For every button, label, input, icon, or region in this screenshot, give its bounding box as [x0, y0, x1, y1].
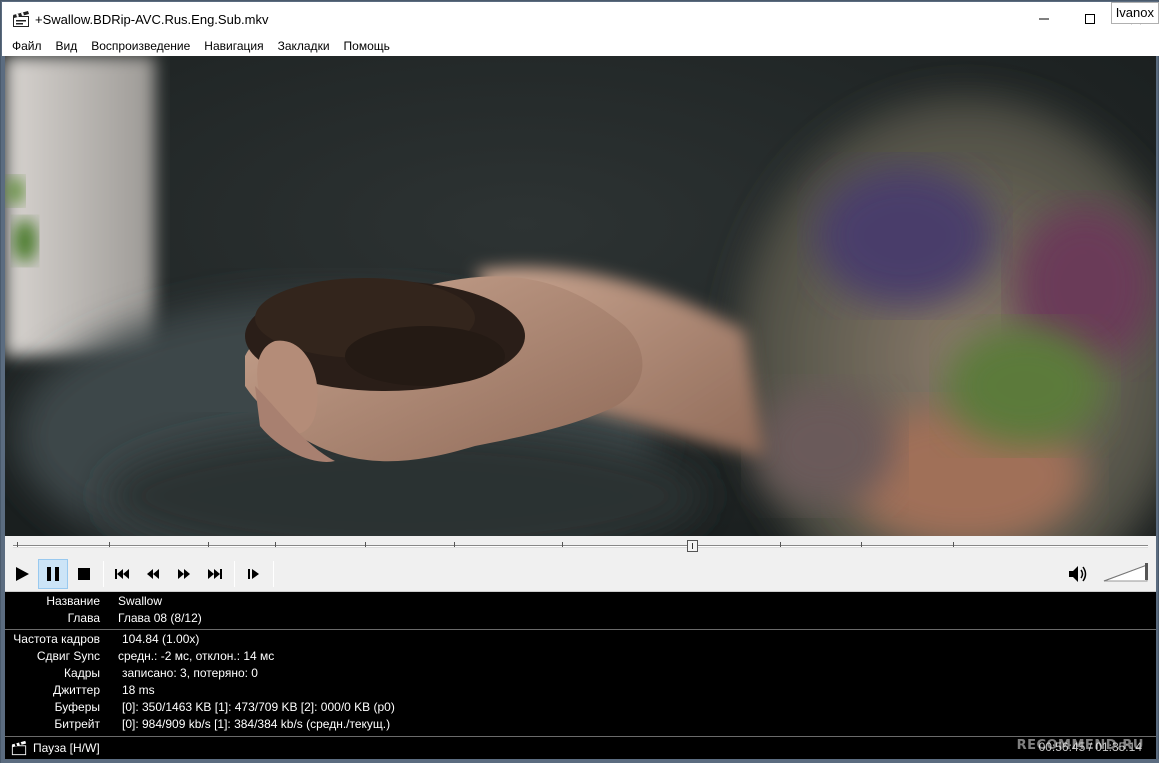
menu-view[interactable]: Вид	[49, 36, 85, 56]
chapter-tick	[454, 542, 455, 547]
info-row-framerate: Частота кадров 104.84 (1.00x)	[13, 632, 200, 646]
info-panel: Название Swallow Глава Глава 08 (8/12) Ч…	[5, 592, 1156, 737]
play-button[interactable]	[7, 559, 37, 589]
frame-step-icon	[248, 569, 259, 579]
toolbar-separator	[234, 561, 235, 587]
volume-thumb[interactable]	[1145, 563, 1148, 580]
window-title: +Swallow.BDRip-AVC.Rus.Eng.Sub.mkv	[35, 11, 269, 27]
menu-bar: Файл Вид Воспроизведение Навигация Закла…	[2, 36, 1159, 56]
menu-navigation[interactable]: Навигация	[197, 36, 270, 56]
seek-thumb[interactable]	[686, 540, 698, 552]
next-chapter-button[interactable]	[200, 559, 230, 589]
info-row-title: Название Swallow	[46, 594, 163, 608]
play-icon	[16, 567, 29, 581]
chapter-tick	[953, 542, 954, 547]
window-bottom-border	[1, 759, 1159, 763]
skip-forward-icon	[208, 569, 222, 579]
skip-back-icon	[115, 569, 129, 579]
playback-toolbar	[5, 556, 1156, 592]
stop-icon	[78, 568, 90, 580]
mute-button[interactable]	[1063, 559, 1093, 589]
fast-forward-button[interactable]	[169, 559, 199, 589]
maximize-button[interactable]	[1067, 2, 1113, 36]
info-row-sync: Сдвиг Sync средн.: -2 мс, отклон.: 14 мс	[36, 649, 275, 663]
speaker-icon	[1069, 566, 1087, 582]
minimize-button[interactable]	[1021, 2, 1067, 36]
watermark: RECOMMEND.RU	[1016, 738, 1144, 753]
maximize-icon	[1085, 14, 1095, 24]
chapter-tick	[275, 542, 276, 547]
video-still	[5, 56, 1156, 536]
playback-status: Пауза [H/W]	[33, 741, 100, 755]
fast-forward-icon	[178, 569, 190, 579]
chapter-tick	[365, 542, 366, 547]
info-divider	[5, 629, 1156, 630]
pause-icon	[47, 567, 59, 581]
prev-chapter-button[interactable]	[107, 559, 137, 589]
chapter-tick	[861, 542, 862, 547]
info-row-jitter: Джиттер 18 ms	[52, 683, 155, 697]
clapperboard-icon	[12, 10, 30, 28]
clapperboard-icon	[11, 740, 27, 756]
player-window: +Swallow.BDRip-AVC.Rus.Eng.Sub.mkv Ivano…	[0, 0, 1159, 763]
chapter-tick	[17, 542, 18, 547]
rewind-button[interactable]	[138, 559, 168, 589]
menu-help[interactable]: Помощь	[337, 36, 397, 56]
pause-button[interactable]	[38, 559, 68, 589]
status-bar: Пауза [H/W] 00:56:45 / 01:35:14 RECOMMEN…	[5, 737, 1156, 759]
chapter-tick	[780, 542, 781, 547]
menu-bookmarks[interactable]: Закладки	[271, 36, 337, 56]
menu-file[interactable]: Файл	[2, 36, 49, 56]
user-badge: Ivanox	[1110, 2, 1159, 24]
menu-playback[interactable]: Воспроизведение	[84, 36, 197, 56]
seek-bar[interactable]	[5, 536, 1156, 556]
info-row-chapter: Глава Глава 08 (8/12)	[67, 611, 202, 625]
volume-slider[interactable]	[1103, 561, 1151, 583]
info-row-buffers: Буферы [0]: 350/1463 KB [1]: 473/709 KB …	[54, 700, 395, 714]
chapter-tick	[208, 542, 209, 547]
frame-step-button[interactable]	[239, 559, 269, 589]
info-row-frames: Кадры записано: 3, потеряно: 0	[64, 666, 258, 680]
stop-button[interactable]	[69, 559, 99, 589]
seek-track[interactable]	[13, 545, 1148, 548]
toolbar-separator	[273, 561, 274, 587]
info-row-bitrate: Битрейт [0]: 984/909 kb/s [1]: 384/384 k…	[54, 717, 391, 731]
video-frame[interactable]	[5, 56, 1156, 536]
minimize-icon	[1039, 18, 1049, 20]
toolbar-separator	[103, 561, 104, 587]
chapter-tick	[109, 542, 110, 547]
title-bar[interactable]: +Swallow.BDRip-AVC.Rus.Eng.Sub.mkv Ivano…	[2, 2, 1159, 36]
rewind-icon	[147, 569, 159, 579]
chapter-tick	[562, 542, 563, 547]
